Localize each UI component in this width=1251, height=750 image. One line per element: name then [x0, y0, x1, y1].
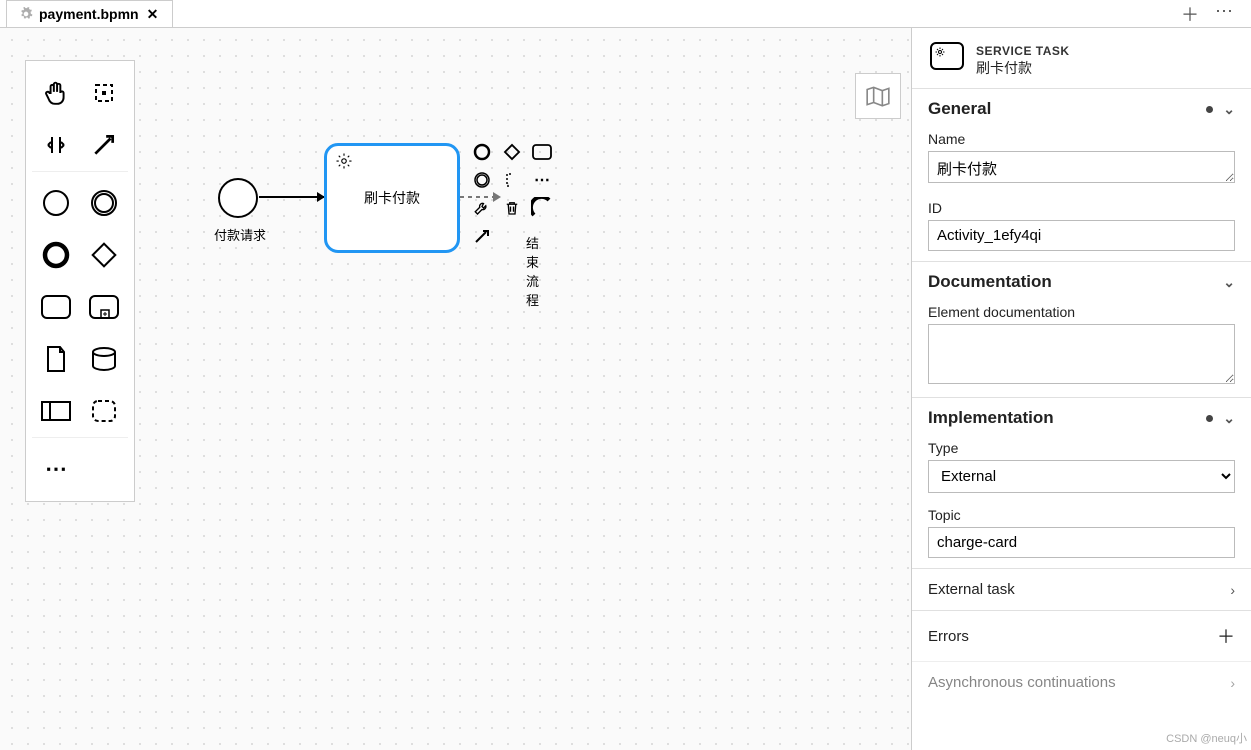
end-event-tool[interactable]: [36, 235, 76, 275]
add-error-button[interactable]: ＋: [1217, 623, 1235, 649]
element-type-label: SERVICE TASK: [976, 44, 1070, 58]
file-tab[interactable]: payment.bpmn ✕: [6, 0, 173, 27]
modified-dot-icon: [1206, 415, 1213, 422]
data-store-tool[interactable]: [84, 339, 124, 379]
start-event[interactable]: [218, 178, 258, 218]
chevron-right-icon: ›: [1230, 582, 1235, 598]
ctx-task[interactable]: [528, 138, 556, 166]
gateway-tool[interactable]: [84, 235, 124, 275]
participant-tool[interactable]: [36, 391, 76, 431]
chevron-right-icon: ›: [1230, 675, 1235, 691]
context-pad: ⋯: [468, 138, 556, 250]
ctx-intermediate-event[interactable]: [468, 166, 496, 194]
chevron-down-icon: ⌄: [1223, 274, 1235, 291]
name-label: Name: [928, 131, 1235, 147]
properties-panel: SERVICE TASK 刷卡付款 General ⌄ Name 刷卡付款 ID…: [911, 28, 1251, 750]
sequence-flow-1[interactable]: [259, 196, 324, 198]
start-event-tool[interactable]: [36, 183, 76, 223]
hand-tool[interactable]: [36, 73, 76, 113]
tab-filename: payment.bpmn: [39, 6, 139, 22]
connect-tool[interactable]: [84, 125, 124, 165]
service-task[interactable]: 刷卡付款: [324, 143, 460, 253]
impl-type-label: Type: [928, 440, 1235, 456]
tab-actions: ＋ ⋯: [1177, 0, 1251, 29]
topic-input[interactable]: [928, 527, 1235, 558]
minimap-toggle[interactable]: [855, 73, 901, 119]
ctx-wrench[interactable]: [468, 194, 496, 222]
section-async-title: Asynchronous continuations: [928, 674, 1116, 691]
section-implementation-header[interactable]: Implementation ⌄: [912, 397, 1251, 436]
modified-dot-icon: [1206, 106, 1213, 113]
ctx-gateway[interactable]: [498, 138, 526, 166]
section-general-header[interactable]: General ⌄: [912, 88, 1251, 127]
end-event-label: 结束流程: [526, 233, 539, 309]
impl-type-select[interactable]: External: [928, 460, 1235, 493]
topic-label: Topic: [928, 507, 1235, 523]
canvas-area: ⋯ 付款请求 刷卡付款 ⋯ 结束流程: [0, 28, 911, 750]
section-errors-header[interactable]: Errors ＋: [912, 610, 1251, 661]
ctx-delete[interactable]: [498, 194, 526, 222]
element-name: 刷卡付款: [976, 58, 1070, 78]
section-implementation-title: Implementation: [928, 408, 1054, 428]
chevron-down-icon: ⌄: [1223, 101, 1235, 118]
more-button[interactable]: ⋯: [1211, 0, 1237, 29]
ctx-annotation[interactable]: [498, 166, 526, 194]
watermark: CSDN @neuq小: [1166, 730, 1247, 746]
ctx-start-event[interactable]: [468, 138, 496, 166]
section-general-title: General: [928, 99, 991, 119]
gear-icon: [19, 7, 33, 21]
lasso-tool[interactable]: [84, 73, 124, 113]
space-tool[interactable]: [36, 125, 76, 165]
new-tab-button[interactable]: ＋: [1177, 0, 1203, 29]
section-async-header[interactable]: Asynchronous continuations ›: [912, 661, 1251, 703]
map-icon: [865, 85, 891, 107]
service-task-icon: [930, 42, 964, 70]
tool-palette: ⋯: [25, 60, 135, 502]
gear-icon: [335, 152, 353, 170]
chevron-down-icon: ⌄: [1223, 410, 1235, 427]
data-object-tool[interactable]: [36, 339, 76, 379]
name-input[interactable]: 刷卡付款: [928, 151, 1235, 183]
id-input[interactable]: [928, 220, 1235, 251]
ctx-end-event[interactable]: [528, 194, 556, 222]
group-tool[interactable]: [84, 391, 124, 431]
section-external-task-header[interactable]: External task ›: [912, 568, 1251, 610]
task-tool[interactable]: [36, 287, 76, 327]
intermediate-event-tool[interactable]: [84, 183, 124, 223]
section-documentation-header[interactable]: Documentation ⌄: [912, 261, 1251, 300]
panel-header: SERVICE TASK 刷卡付款: [912, 28, 1251, 88]
canvas-grid[interactable]: [0, 28, 911, 750]
id-label: ID: [928, 200, 1235, 216]
subprocess-tool[interactable]: [84, 287, 124, 327]
more-tools[interactable]: ⋯: [36, 449, 76, 489]
ctx-more[interactable]: ⋯: [528, 166, 556, 194]
ctx-connect[interactable]: [468, 222, 496, 250]
section-external-task-title: External task: [928, 581, 1015, 598]
section-errors-title: Errors: [928, 628, 969, 645]
close-tab-icon[interactable]: ✕: [145, 6, 161, 23]
documentation-input[interactable]: [928, 324, 1235, 384]
documentation-label: Element documentation: [928, 304, 1235, 320]
start-event-label: 付款请求: [200, 225, 280, 244]
section-documentation-title: Documentation: [928, 272, 1052, 292]
tab-bar: payment.bpmn ✕ ＋ ⋯: [0, 0, 1251, 28]
task-label: 刷卡付款: [364, 188, 420, 208]
